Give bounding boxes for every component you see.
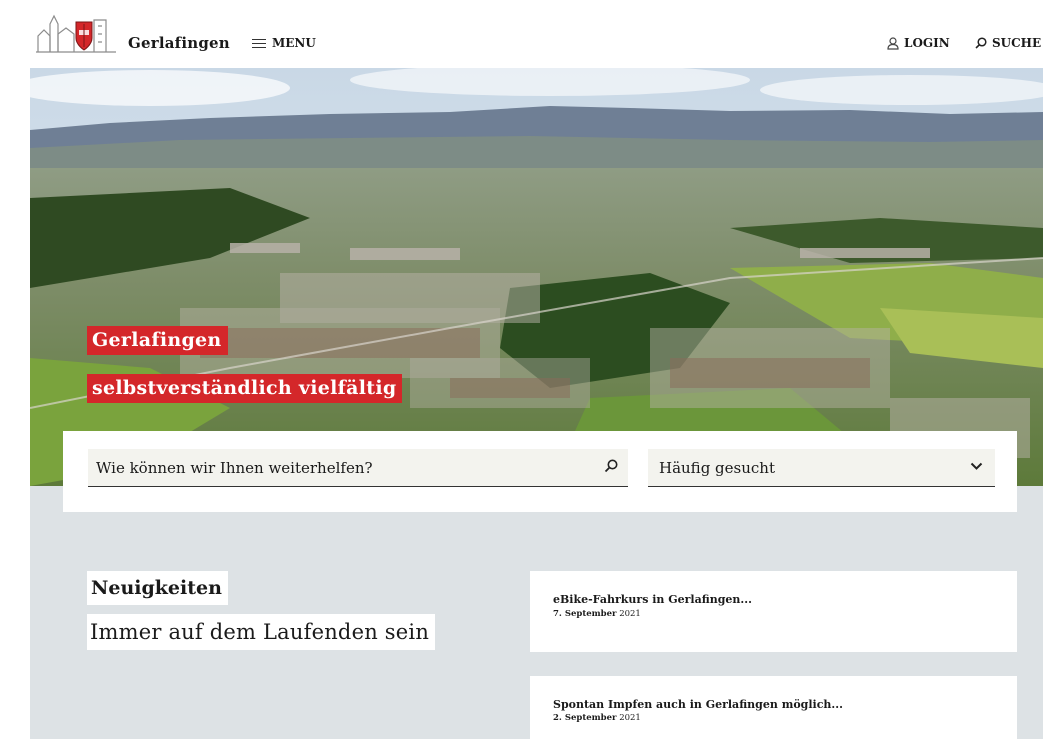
site-name[interactable]: Gerlafingen — [128, 34, 230, 52]
hero-tagline-1: Gerlafingen — [87, 326, 228, 355]
search-icon[interactable] — [604, 459, 618, 473]
menu-label: MENU — [272, 36, 316, 50]
hamburger-icon — [252, 38, 266, 48]
news-card-date-year: 2021 — [619, 713, 641, 723]
hero-image: Gerlafingen selbstverständlich vielfälti… — [30, 68, 1043, 486]
news-card-date: 2. September 2021 — [553, 713, 641, 723]
news-heading: Neuigkeiten — [87, 571, 228, 605]
search-label: SUCHE — [992, 36, 1042, 50]
news-card-date-day: 2. September — [553, 713, 617, 723]
frequent-search-value: Häufig gesucht — [659, 459, 775, 477]
news-card[interactable]: Spontan Impfen auch in Gerlafingen mögli… — [530, 676, 1017, 739]
chevron-down-icon — [970, 462, 983, 470]
municipality-logo[interactable] — [36, 14, 116, 54]
menu-button[interactable]: MENU — [252, 36, 316, 50]
hero-tagline-2: selbstverständlich vielfältig — [87, 374, 403, 403]
town-silhouette-icon — [36, 14, 116, 53]
news-card[interactable]: eBike-Fahrkurs in Gerlafingen... 7. Sept… — [530, 571, 1017, 652]
login-button[interactable]: LOGIN — [887, 36, 950, 50]
site-search[interactable] — [88, 449, 628, 487]
aerial-town-photo — [30, 68, 1043, 486]
news-card-title[interactable]: Spontan Impfen auch in Gerlafingen mögli… — [553, 698, 843, 711]
user-icon — [887, 36, 899, 50]
login-label: LOGIN — [904, 36, 950, 50]
frequent-search-select[interactable]: Häufig gesucht — [648, 449, 995, 487]
site-header: Gerlafingen MENU LOGIN SUCHE — [0, 0, 1043, 68]
site-search-input[interactable] — [96, 455, 586, 481]
news-card-date-year: 2021 — [619, 609, 641, 619]
search-panel: Häufig gesucht — [63, 431, 1017, 512]
news-card-date: 7. September 2021 — [553, 609, 641, 619]
search-button[interactable]: SUCHE — [975, 36, 1041, 50]
news-subheading: Immer auf dem Laufenden sein — [87, 614, 436, 650]
search-icon — [975, 37, 987, 49]
news-card-title[interactable]: eBike-Fahrkurs in Gerlafingen... — [553, 593, 752, 606]
news-card-date-day: 7. September — [553, 609, 617, 619]
